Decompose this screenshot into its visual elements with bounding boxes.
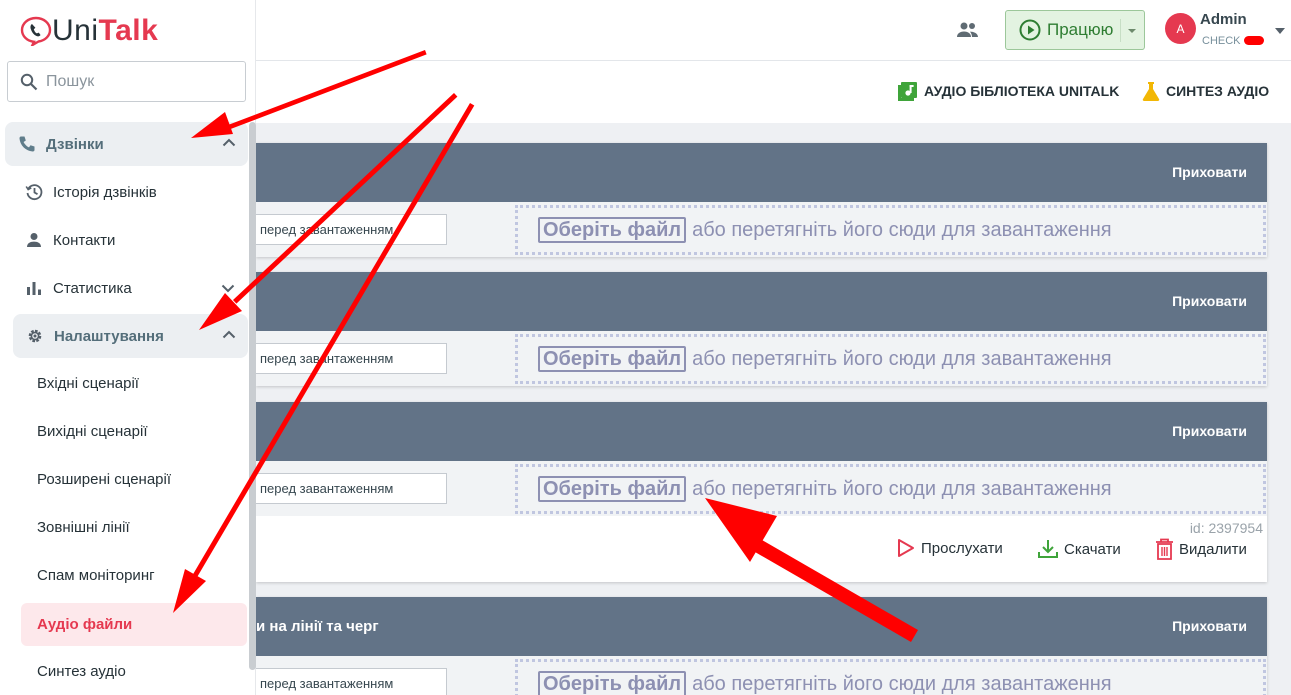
file-name-input[interactable]: перед завантаженням — [256, 343, 447, 374]
sidebar-item-audio-files-label: Аудіо файли — [37, 616, 133, 633]
top-header: Працюю A Admin CHECK — [256, 0, 1291, 61]
delete-button[interactable]: Видалити — [1155, 538, 1247, 560]
hide-button[interactable]: Приховати — [1172, 618, 1247, 634]
logo-text-uni: Uni — [52, 14, 99, 47]
gear-icon — [28, 329, 42, 343]
hide-button[interactable]: Приховати — [1172, 423, 1247, 439]
synth-audio-link[interactable]: СИНТЕЗ АУДІО — [1142, 81, 1269, 101]
bar-chart-icon — [27, 282, 41, 295]
choose-file-button[interactable]: Оберіть файл — [538, 346, 687, 372]
card-upload-row: перед завантаженням Оберіть файл або пер… — [256, 202, 1267, 257]
sidebar-item-synth-audio[interactable]: Синтез аудіо — [37, 663, 126, 680]
sidebar-item-incoming-scenarios[interactable]: Вхідні сценарії — [37, 375, 139, 392]
music-library-icon — [898, 82, 917, 101]
flask-icon — [1142, 82, 1160, 101]
logo[interactable]: Uni Talk — [20, 14, 158, 48]
sidebar-item-outgoing-scenarios[interactable]: Вихідні сценарії — [37, 423, 148, 440]
audio-library-link[interactable]: АУДІО БІБЛІОТЕКА UNITALK — [898, 81, 1119, 101]
sidebar-item-statistics-label: Статистика — [53, 279, 132, 297]
play-icon — [898, 539, 914, 557]
sidebar-item-audio-files[interactable]: Аудіо файли — [21, 603, 247, 646]
audio-card-1: Приховати перед завантаженням Оберіть фа… — [256, 143, 1267, 257]
card-header: Приховати — [256, 402, 1267, 461]
audio-card-2: Приховати перед завантаженням Оберіть фа… — [256, 272, 1267, 386]
file-name-input[interactable]: перед завантаженням — [256, 214, 447, 245]
search-input[interactable] — [46, 72, 226, 91]
hide-button[interactable]: Приховати — [1172, 164, 1247, 180]
team-icon[interactable] — [956, 20, 980, 40]
hide-button[interactable]: Приховати — [1172, 293, 1247, 309]
download-icon — [1038, 540, 1058, 558]
user-name[interactable]: Admin — [1200, 11, 1247, 28]
work-status-label: Працюю — [1047, 20, 1114, 39]
user-menu-chevron-icon[interactable] — [1275, 28, 1285, 34]
user-account: CHECK — [1202, 35, 1241, 47]
dropzone-text: або перетягніть його сюди для завантажен… — [692, 477, 1112, 500]
audio-card-4: и на лінії та черг Приховати перед заван… — [256, 597, 1267, 695]
work-status-button[interactable]: Працюю — [1005, 10, 1145, 50]
sidebar-item-external-lines[interactable]: Зовнішні лінії — [37, 519, 130, 536]
file-dropzone[interactable]: Оберіть файл або перетягніть його сюди д… — [515, 205, 1266, 255]
dropzone-text: або перетягніть його сюди для завантажен… — [692, 347, 1112, 370]
redaction-mark — [1244, 36, 1264, 45]
search-box[interactable] — [7, 61, 246, 102]
card-upload-row: перед завантаженням Оберіть файл або пер… — [256, 461, 1267, 516]
sidebar: Uni Talk Дзвінки Історія дзвінків Конта — [0, 0, 256, 695]
card-upload-row: перед завантаженням Оберіть файл або пер… — [256, 331, 1267, 386]
trash-icon — [1156, 538, 1173, 560]
dropzone-text: або перетягніть його сюди для завантажен… — [692, 672, 1112, 695]
card-header: и на лінії та черг Приховати — [256, 597, 1267, 656]
card-actions: id: 2397954 Прослухати Скачати Видалити — [256, 516, 1267, 582]
sidebar-item-contacts[interactable]: Контакти — [25, 231, 115, 249]
card-header: Приховати — [256, 143, 1267, 202]
nav-group-calls-label: Дзвінки — [46, 135, 104, 153]
play-circle-icon — [1019, 19, 1041, 41]
card-header: Приховати — [256, 272, 1267, 331]
file-dropzone[interactable]: Оберіть файл або перетягніть його сюди д… — [515, 464, 1266, 514]
sidebar-item-statistics[interactable]: Статистика — [25, 279, 132, 297]
person-icon — [27, 233, 41, 247]
delete-label: Видалити — [1179, 540, 1247, 558]
dropzone-text: або перетягніть його сюди для завантажен… — [692, 218, 1112, 241]
status-divider — [1120, 19, 1121, 42]
audio-card-3: Приховати перед завантаженням Оберіть фа… — [256, 402, 1267, 582]
search-icon — [20, 73, 38, 90]
chevron-up-icon — [222, 330, 236, 339]
listen-label: Прослухати — [921, 539, 1003, 557]
nav-group-settings[interactable]: Налаштування — [13, 314, 248, 358]
sidebar-item-contacts-label: Контакти — [53, 231, 116, 249]
download-button[interactable]: Скачати — [1037, 538, 1121, 560]
logo-text-talk: Talk — [98, 14, 159, 47]
download-label: Скачати — [1064, 540, 1121, 558]
file-name-input[interactable]: перед завантаженням — [256, 473, 447, 504]
audio-library-label: АУДІО БІБЛІОТЕКА UNITALK — [924, 83, 1120, 99]
nav-group-settings-label: Налаштування — [54, 327, 164, 345]
file-id: id: 2397954 — [1189, 520, 1263, 536]
choose-file-button[interactable]: Оберіть файл — [538, 217, 687, 243]
chevron-down-icon[interactable] — [221, 284, 235, 293]
nav-group-calls[interactable]: Дзвінки — [5, 122, 248, 166]
file-dropzone[interactable]: Оберіть файл або перетягніть його сюди д… — [515, 659, 1266, 695]
card-upload-row: перед завантаженням Оберіть файл або пер… — [256, 656, 1267, 695]
sidebar-item-call-history-label: Історія дзвінків — [53, 183, 157, 201]
sidebar-item-extended-scenarios[interactable]: Розширені сценарії — [37, 471, 171, 488]
history-icon — [25, 184, 43, 201]
choose-file-button[interactable]: Оберіть файл — [538, 671, 687, 695]
sidebar-scrollbar[interactable] — [249, 122, 256, 670]
file-dropzone[interactable]: Оберіть файл або перетягніть його сюди д… — [515, 334, 1266, 384]
listen-button[interactable]: Прослухати — [896, 538, 1003, 558]
file-name-input[interactable]: перед завантаженням — [256, 668, 447, 695]
chevron-up-icon — [222, 138, 236, 147]
sidebar-item-call-history[interactable]: Історія дзвінків — [25, 183, 157, 201]
synth-audio-label: СИНТЕЗ АУДІО — [1166, 83, 1270, 99]
choose-file-button[interactable]: Оберіть файл — [538, 476, 687, 502]
phone-icon — [19, 136, 35, 152]
sidebar-item-spam-monitoring[interactable]: Спам моніторинг — [37, 567, 155, 584]
phone-bubble-logo-icon — [20, 16, 52, 46]
page-toolbar: АУДІО БІБЛІОТЕКА UNITALK СИНТЕЗ АУДІО — [256, 61, 1291, 123]
avatar[interactable]: A — [1165, 13, 1196, 44]
chevron-down-icon[interactable] — [1128, 29, 1136, 33]
card-title: и на лінії та черг — [256, 618, 379, 635]
